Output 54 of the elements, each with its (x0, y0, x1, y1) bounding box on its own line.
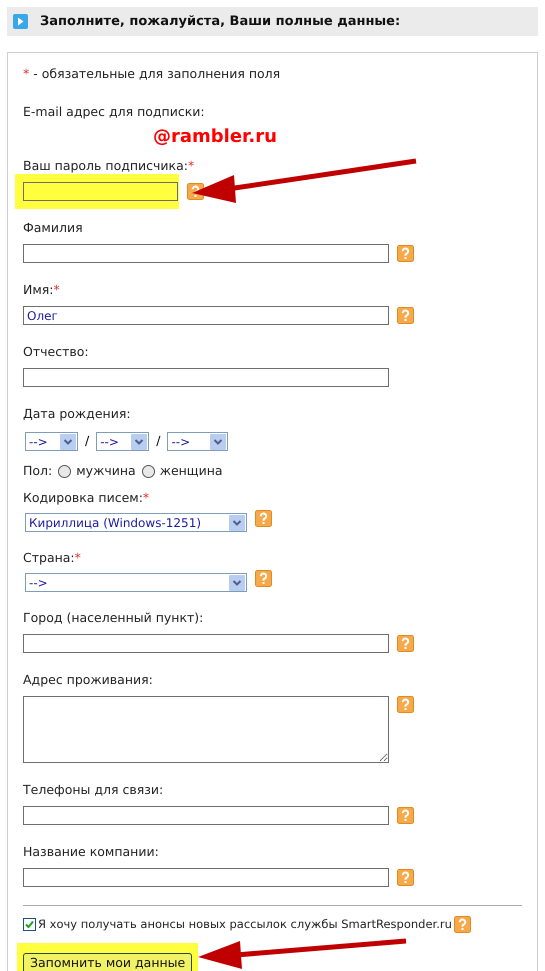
help-icon[interactable] (397, 696, 414, 713)
text-input[interactable] (23, 244, 389, 263)
text-input[interactable] (23, 182, 178, 201)
help-icon[interactable] (397, 245, 414, 262)
text-input[interactable] (23, 806, 389, 825)
field-label: Телефоны для связи: (23, 781, 164, 798)
field-label: Ваш пароль подписчика: (23, 157, 188, 174)
required-mark: * (23, 65, 30, 84)
field-label: Страна: (23, 549, 75, 566)
date-separator: / (156, 432, 160, 450)
date-separator: / (85, 432, 90, 450)
dropdown[interactable]: --> (96, 432, 150, 451)
field-label: Адрес проживания: (23, 671, 153, 688)
field-label: Кодировка писем: (23, 489, 143, 506)
help-icon[interactable] (255, 510, 272, 527)
required-mark: * (142, 489, 150, 506)
field-label: E-mail адрес для подписки: (23, 103, 205, 120)
play-icon (13, 14, 28, 29)
text-input[interactable] (23, 368, 389, 387)
field-label: Фамилия (23, 219, 83, 236)
required-mark: * (54, 281, 60, 298)
help-icon[interactable] (397, 307, 414, 324)
text-input[interactable] (23, 634, 389, 653)
radio-label: женщина (160, 462, 223, 480)
radio-button[interactable] (58, 465, 72, 478)
dropdown[interactable]: Кириллица (Windows-1251) (25, 513, 247, 532)
email-domain: @rambler.ru (153, 126, 277, 147)
text-input[interactable]: Олег (23, 306, 389, 325)
help-icon[interactable] (255, 570, 272, 587)
header-title: Заполните, пожалуйста, Ваши полные данные: (40, 12, 400, 31)
check-icon (24, 919, 35, 930)
help-icon[interactable] (397, 869, 414, 886)
save-button[interactable]: Запомнить мои данные (23, 953, 192, 971)
dropdown[interactable]: --> (25, 573, 247, 592)
required-mark: * (74, 549, 81, 566)
text-area[interactable] (23, 696, 389, 763)
field-label: Имя: (23, 281, 54, 298)
help-icon[interactable] (454, 916, 471, 934)
checkbox[interactable] (23, 918, 36, 932)
radio-button[interactable] (142, 465, 155, 478)
help-icon[interactable] (397, 807, 414, 824)
field-label: Город (населенный пункт): (23, 609, 204, 626)
dropdown[interactable]: --> (25, 432, 78, 451)
radio-label: мужчина (76, 462, 136, 480)
field-label: Отчество: (23, 343, 89, 360)
text-input[interactable] (23, 868, 389, 887)
dropdown[interactable]: --> (167, 432, 228, 451)
field-label: Дата рождения: (23, 405, 131, 422)
required-note: - обязательные для заполнения поля (33, 65, 280, 84)
field-label: Название компании: (23, 843, 159, 860)
required-mark: * (188, 157, 194, 174)
checkbox-label: Я хочу получать анонсы новых рассылок службы SmartResponder.ru (38, 916, 452, 933)
field-label: Пол: (23, 462, 52, 480)
help-icon[interactable] (397, 635, 414, 652)
